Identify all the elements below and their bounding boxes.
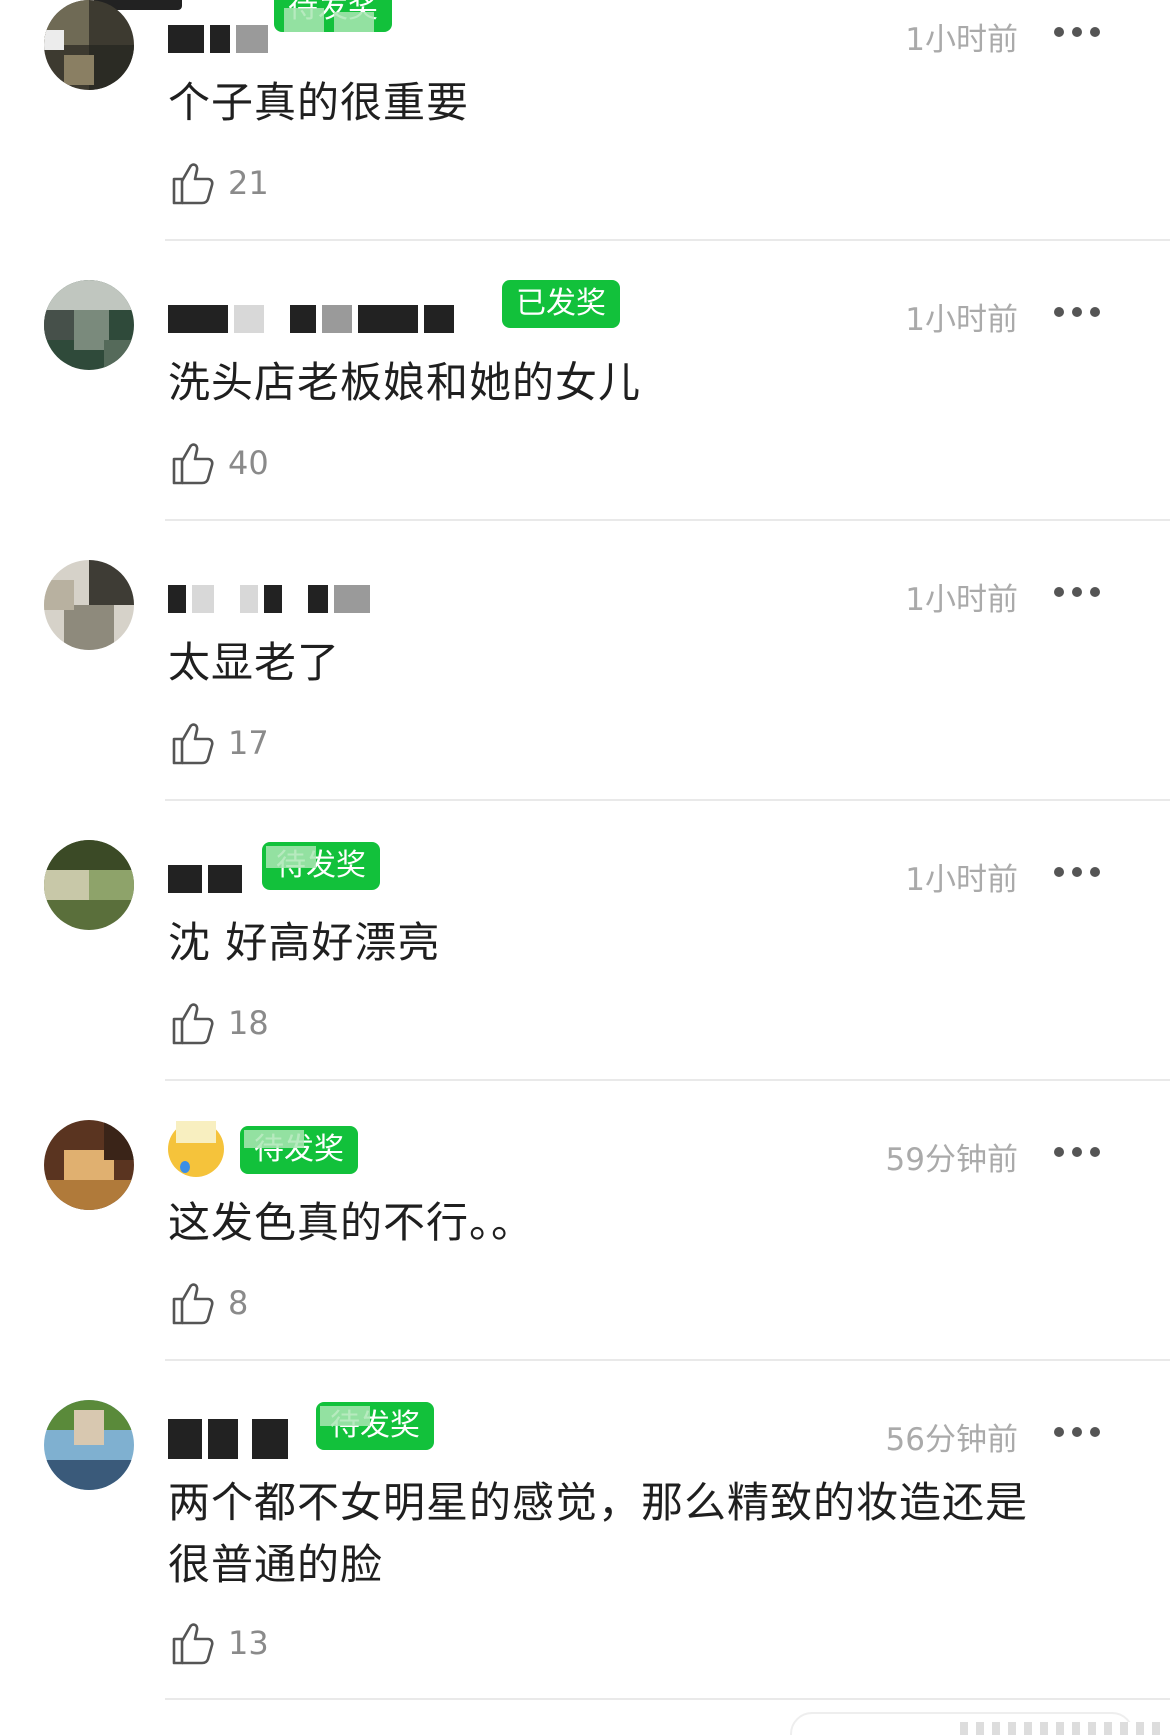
like-count: 40 <box>228 444 269 482</box>
username-redacted[interactable] <box>168 296 460 342</box>
timestamp: 59分钟前 <box>885 1142 1018 1178</box>
timestamp: 1小时前 <box>905 302 1018 338</box>
more-options-icon[interactable] <box>1054 306 1100 318</box>
avatar[interactable] <box>44 280 134 370</box>
comment-text: 这发色真的不行。。 <box>168 1198 535 1247</box>
status-badge: 待发奖 <box>240 1126 358 1174</box>
timestamp: 56分钟前 <box>885 1422 1018 1458</box>
like-button[interactable]: 17 <box>168 718 269 768</box>
like-button[interactable]: 13 <box>168 1618 269 1668</box>
username-redacted[interactable] <box>168 1416 294 1462</box>
status-badge: 已发奖 <box>502 280 620 328</box>
username-redacted[interactable] <box>168 856 248 902</box>
divider <box>165 1359 1170 1361</box>
more-options-icon[interactable] <box>1054 26 1100 38</box>
more-options-icon[interactable] <box>1054 1426 1100 1438</box>
more-options-icon[interactable] <box>1054 1146 1100 1158</box>
divider <box>165 1079 1170 1081</box>
comment-text: 洗头店老板娘和她的女儿 <box>168 358 642 407</box>
like-button[interactable]: 21 <box>168 158 269 208</box>
status-badge: 待发奖 <box>316 1402 434 1450</box>
like-count: 8 <box>228 1284 249 1322</box>
more-options-icon[interactable] <box>1054 586 1100 598</box>
username-redacted[interactable] <box>168 16 274 62</box>
like-count: 13 <box>228 1624 269 1662</box>
like-count: 17 <box>228 724 269 762</box>
avatar[interactable] <box>44 1120 134 1210</box>
like-button[interactable]: 18 <box>168 998 269 1048</box>
avatar[interactable] <box>44 840 134 930</box>
timestamp: 1小时前 <box>905 582 1018 618</box>
avatar[interactable] <box>44 0 134 90</box>
like-count: 21 <box>228 164 269 202</box>
username-redacted[interactable] <box>168 576 376 622</box>
timestamp: 1小时前 <box>905 862 1018 898</box>
divider <box>165 799 1170 801</box>
comment-text: 个子真的很重要 <box>168 78 470 127</box>
comment-text: 沈 好高好漂亮 <box>168 918 441 967</box>
emoji-icon <box>168 1121 224 1177</box>
more-options-icon[interactable] <box>1054 866 1100 878</box>
timestamp: 1小时前 <box>905 22 1018 58</box>
status-badge: 待发奖 <box>274 0 392 32</box>
username-redacted[interactable] <box>168 1121 224 1177</box>
avatar[interactable] <box>44 1400 134 1490</box>
divider <box>165 239 1170 241</box>
comment-feed: 待发奖 1小时前 个子真的很重要 21 已发奖 1小时前 洗头店老板娘和她的女儿… <box>0 0 1170 1735</box>
like-button[interactable]: 8 <box>168 1278 248 1328</box>
divider <box>165 1698 1170 1700</box>
comment-text: 太显老了 <box>168 638 341 687</box>
like-button[interactable]: 40 <box>168 438 269 488</box>
status-badge: 待发奖 <box>262 842 380 890</box>
thumbs-up-icon <box>172 1003 214 1045</box>
like-count: 18 <box>228 1004 269 1042</box>
avatar[interactable] <box>44 560 134 650</box>
thumbs-up-icon <box>172 1623 214 1665</box>
divider <box>165 519 1170 521</box>
comment-text: 两个都不女明星的感觉，那么精致的妆造还是很普通的脸 <box>168 1478 1029 1589</box>
thumbs-up-icon <box>172 1283 214 1325</box>
thumbs-up-icon <box>172 443 214 485</box>
thumbs-up-icon <box>172 723 214 765</box>
watermark-fragment <box>960 1722 1160 1735</box>
thumbs-up-icon <box>172 163 214 205</box>
